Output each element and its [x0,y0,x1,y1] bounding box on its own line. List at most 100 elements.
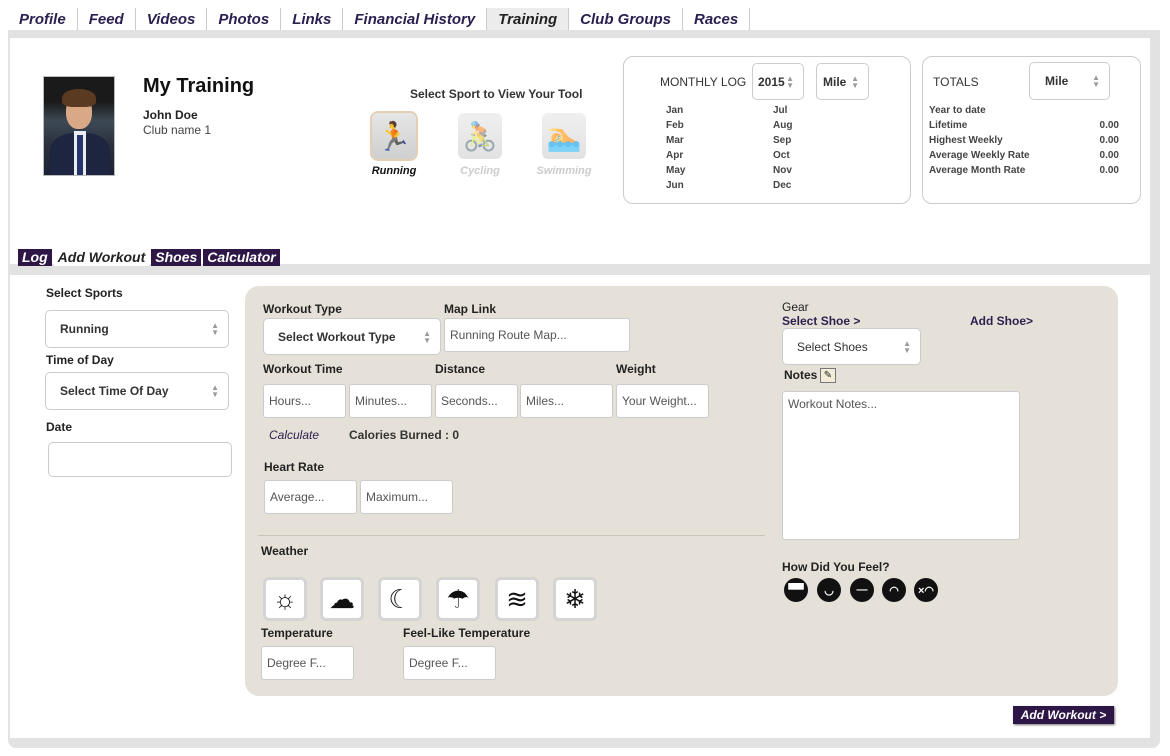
date-input[interactable] [48,442,232,477]
month-mar: Mar [666,135,684,146]
hours-input[interactable]: Hours... [263,384,346,418]
cloud-icon: ☁ [329,583,355,614]
totals-row: Average Weekly Rate 0.00 [929,150,1119,161]
sport-cycling[interactable]: 🚴 Cycling [450,113,510,177]
add-shoe-link[interactable]: Add Shoe> [970,314,1033,328]
page-title: My Training [143,75,255,97]
tab-videos[interactable]: Videos [136,8,208,30]
select-arrows-icon: ▲ ▼ [786,73,794,90]
sport-selector-heading: Select Sport to View Your Tool [410,87,583,101]
subtab-calculator[interactable]: Calculator [203,249,280,266]
weight-input[interactable]: Your Weight... [616,384,709,418]
select-arrows-icon: ▲ ▼ [211,321,219,337]
notes-edit-icon[interactable]: ✎ [820,368,836,383]
gear-label: Gear [782,300,809,314]
neutral-face-icon: — [856,584,868,596]
monthly-unit-select[interactable]: Mile ▲ ▼ [816,63,869,100]
feel-neutral-button[interactable]: — [850,578,874,602]
workout-type-label: Workout Type [263,302,342,316]
sad-face-icon: ◠ [889,584,899,597]
weather-snow-button[interactable]: ❄ [553,577,597,621]
heart-rate-maximum-input[interactable]: Maximum... [360,480,453,514]
tab-financial-history[interactable]: Financial History [343,8,488,30]
sport-swimming[interactable]: 🏊 Swimming [534,113,594,177]
heart-rate-average-input[interactable]: Average... [264,480,357,514]
select-arrows-icon: ▲ ▼ [1092,73,1100,89]
weight-label: Weight [616,362,656,376]
seconds-input[interactable]: Seconds... [435,384,518,418]
time-of-day-select[interactable]: Select Time Of Day ▲ ▼ [45,372,229,410]
tab-races[interactable]: Races [683,8,751,30]
notes-label: Notes [784,368,818,382]
totals-unit-select[interactable]: Mile ▲ ▼ [1029,62,1110,100]
tab-photos[interactable]: Photos [207,8,282,30]
sport-label: Cycling [460,165,500,177]
feel-terrible-button[interactable]: ×◠ [914,578,938,602]
workout-notes-textarea[interactable]: Workout Notes... [782,391,1020,540]
cool-face-icon: ▀▀ [788,584,804,596]
sport-running[interactable]: 🏃 Running [364,113,424,177]
workout-type-select[interactable]: Select Workout Type ▲ ▼ [263,318,441,355]
totals-value: 0.00 [1099,120,1119,131]
totals-value: 0.00 [1099,150,1119,161]
weather-label: Weather [261,544,309,558]
totals-value: 0.00 [1099,165,1119,176]
tab-feed[interactable]: Feed [78,8,136,30]
weather-windy-button[interactable]: ≋ [495,577,539,621]
tab-links[interactable]: Links [281,8,344,30]
totals-label: Average Weekly Rate [929,150,1030,161]
umbrella-icon: ☂ [446,583,470,614]
temperature-input[interactable]: Degree F... [261,646,354,680]
dead-face-icon: ×◠ [917,584,935,597]
subtab-shoes[interactable]: Shoes [151,249,202,266]
tab-training[interactable]: Training [487,8,570,30]
weather-night-button[interactable]: ☾ [378,577,422,621]
time-of-day-label: Time of Day [46,353,114,367]
add-workout-button[interactable]: Add Workout > [1013,706,1114,724]
cycling-icon: 🚴 [458,113,502,159]
month-nov: Nov [773,165,792,176]
select-sports-label: Select Sports [46,286,123,300]
sports-select[interactable]: Running ▲ ▼ [45,310,229,348]
happy-face-icon: ◡ [824,584,834,597]
month-feb: Feb [666,120,684,131]
shoes-select[interactable]: Select Shoes ▲ ▼ [782,328,921,365]
tab-profile[interactable]: Profile [8,8,78,30]
totals-row: Lifetime 0.00 [929,120,1119,131]
totals-title: TOTALS [933,75,979,89]
feel-great-button[interactable]: ▀▀ [784,578,808,602]
miles-input[interactable]: Miles... [520,384,613,418]
subtab-log[interactable]: Log [18,249,52,266]
time-of-day-value: Select Time Of Day [60,384,169,398]
unit-value: Mile [1045,74,1069,88]
month-jun: Jun [666,180,684,191]
calculate-link[interactable]: Calculate [269,428,319,442]
wind-icon: ≋ [506,583,528,614]
feel-like-temperature-label: Feel-Like Temperature [403,626,531,640]
calories-burned: Calories Burned : 0 [349,428,460,442]
weather-cloudy-button[interactable]: ☁ [320,577,364,621]
month-sep: Sep [773,135,792,146]
weather-rain-button[interactable]: ☂ [436,577,480,621]
select-arrows-icon: ▲ ▼ [211,383,219,399]
minutes-input[interactable]: Minutes... [349,384,432,418]
temperature-label: Temperature [261,626,333,640]
select-arrows-icon: ▲ ▼ [903,338,911,355]
totals-label: Lifetime [929,120,968,131]
monthly-log-title: MONTHLY LOG [660,75,747,89]
feel-like-temperature-input[interactable]: Degree F... [403,646,496,680]
subtab-add-workout[interactable]: Add Workout [53,249,150,266]
divider [258,535,765,536]
weather-sunny-button[interactable]: ☼ [263,577,307,621]
year-select[interactable]: 2015 ▲ ▼ [752,63,804,100]
user-name: John Doe [143,108,198,122]
month-jan: Jan [666,105,684,116]
month-oct: Oct [773,150,790,161]
how-did-you-feel-label: How Did You Feel? [782,560,890,574]
heart-rate-label: Heart Rate [264,460,325,474]
select-shoe-link[interactable]: Select Shoe > [782,314,860,328]
tab-club-groups[interactable]: Club Groups [569,8,683,30]
feel-bad-button[interactable]: ◠ [882,578,906,602]
map-link-input[interactable]: Running Route Map... [444,318,630,352]
feel-good-button[interactable]: ◡ [817,578,841,602]
